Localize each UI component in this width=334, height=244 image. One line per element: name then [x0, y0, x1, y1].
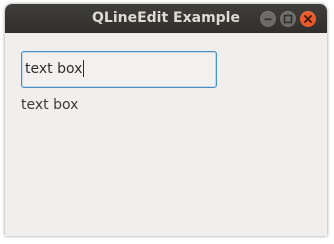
- close-icon: [304, 15, 312, 23]
- maximize-button[interactable]: [280, 11, 296, 27]
- echo-label: text box: [21, 97, 79, 113]
- app-window: QLineEdit Example text box text box: [5, 4, 327, 236]
- minimize-button[interactable]: [260, 11, 276, 27]
- window-content: text box text box: [5, 33, 327, 236]
- text-input-value: text box: [25, 59, 85, 77]
- close-button[interactable]: [300, 11, 316, 27]
- text-input[interactable]: text box: [21, 51, 217, 88]
- text-caret: [83, 59, 85, 77]
- title-bar[interactable]: QLineEdit Example: [5, 4, 327, 33]
- maximize-icon: [283, 14, 293, 24]
- minimize-icon: [264, 18, 272, 21]
- window-title: QLineEdit Example: [92, 10, 240, 26]
